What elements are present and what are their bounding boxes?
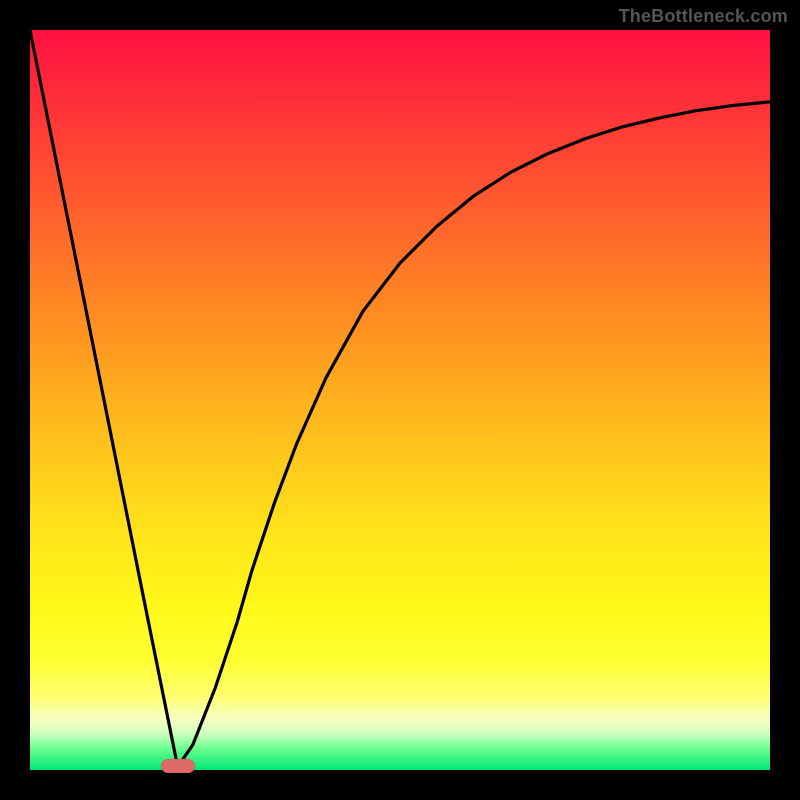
mismatch-curve — [30, 30, 770, 766]
chart-frame: TheBottleneck.com — [0, 0, 800, 800]
minimum-marker — [161, 759, 195, 773]
watermark-text: TheBottleneck.com — [619, 6, 788, 27]
plot-area — [30, 30, 770, 770]
curve-svg — [30, 30, 770, 770]
